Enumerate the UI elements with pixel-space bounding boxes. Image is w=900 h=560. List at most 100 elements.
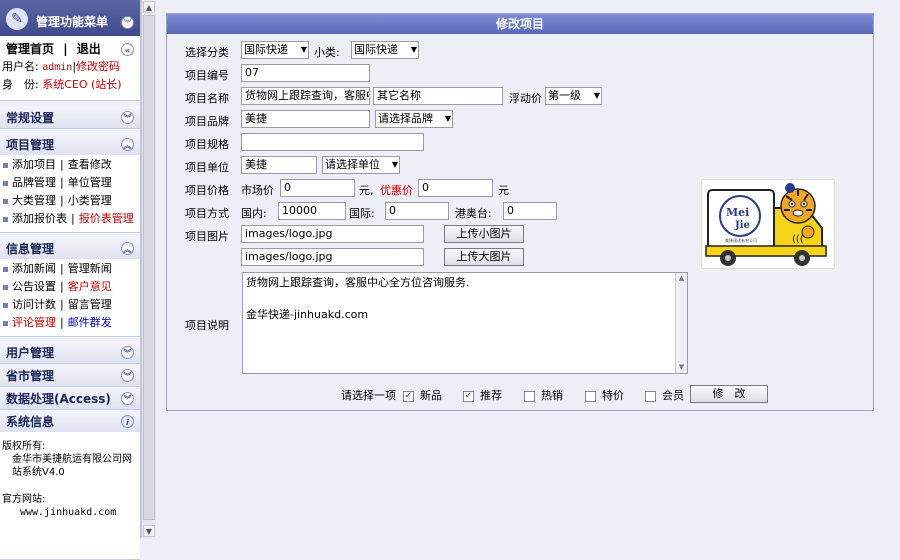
menu-link-add-news[interactable]: 添加新闻 xyxy=(12,262,56,275)
option-recommend[interactable]: ✓ 推荐 xyxy=(463,387,502,403)
chevron-up-icon[interactable]: ︽ xyxy=(121,242,134,255)
sidebar-title: 管理功能菜单 xyxy=(36,15,109,29)
name-input[interactable]: 货物网上跟踪查询，客服中心全方位咨询服务 xyxy=(241,87,370,105)
description-textarea[interactable]: 货物网上跟踪查询，客服中心全方位咨询服务. 金华快递-jinhuakd.com … xyxy=(242,272,688,374)
section-header[interactable]: 信息管理 ︽ xyxy=(0,237,140,259)
menu-link-mass-mail[interactable]: 邮件群发 xyxy=(68,316,112,329)
logout-link[interactable]: 退出 xyxy=(77,42,101,56)
section-title: 系统信息 xyxy=(6,415,55,429)
home-link[interactable]: 管理首页 xyxy=(6,42,54,56)
brand-input[interactable]: 美捷 xyxy=(241,110,370,128)
unit-input[interactable]: 美捷 xyxy=(241,156,317,174)
menu-link-manage-news[interactable]: 管理新闻 xyxy=(68,262,112,275)
scroll-up-icon[interactable]: ▲ xyxy=(143,1,155,13)
section-header[interactable]: 系统信息 i xyxy=(0,410,140,432)
section-title: 常规设置 xyxy=(6,111,55,125)
menu-link-brand[interactable]: 品牌管理 xyxy=(12,176,56,189)
name-row: 项目名称 货物网上跟踪查询，客服中心全方位咨询服务 其它名称 浮动价 第一级▼ xyxy=(167,87,873,107)
spec-input[interactable] xyxy=(241,133,424,151)
option-hot[interactable]: 热销 xyxy=(524,387,563,403)
svg-text:Mei: Mei xyxy=(726,206,749,219)
big-image-input[interactable]: images/logo.jpg xyxy=(241,248,424,266)
brand-select[interactable]: 请选择品牌 ▼ xyxy=(375,110,453,128)
username-label: 用户名: xyxy=(2,60,39,73)
chevron-down-icon[interactable]: ︾ xyxy=(121,369,134,382)
spec-label: 项目规格 xyxy=(185,138,229,151)
menu-row: 评论管理 | 邮件群发 xyxy=(0,314,140,332)
section-header[interactable]: 省市管理 ︾ xyxy=(0,364,140,386)
small-image-input[interactable]: images/logo.jpg xyxy=(241,225,424,243)
promo-price-input[interactable]: 0 xyxy=(418,179,493,197)
chevron-up-icon[interactable]: ︽ xyxy=(121,138,134,151)
checkbox-special[interactable] xyxy=(585,390,596,402)
textarea-scrollbar[interactable]: ▲ ▼ xyxy=(675,273,687,373)
info-icon[interactable]: i xyxy=(121,415,134,428)
section-header[interactable]: 数据处理(Access) ︾ xyxy=(0,387,140,409)
upload-big-image-button[interactable]: 上传大图片 xyxy=(444,248,524,266)
menu-link-add-project[interactable]: 添加项目 xyxy=(12,158,56,171)
other-name-input[interactable]: 其它名称 xyxy=(373,87,503,105)
code-label: 项目编号 xyxy=(185,69,229,82)
option-new[interactable]: ✓ 新品 xyxy=(403,387,442,403)
category-label: 选择分类 xyxy=(185,46,229,59)
menu-link-small-category[interactable]: 小类管理 xyxy=(68,194,112,207)
submit-edit-button[interactable]: 修 改 xyxy=(690,385,768,403)
international-input[interactable]: 0 xyxy=(385,202,449,220)
float-price-select[interactable]: 第一级 ▼ xyxy=(545,87,602,105)
domestic-input[interactable]: 10000 xyxy=(278,202,346,220)
menu-link-add-quote[interactable]: 添加报价表 xyxy=(12,212,67,225)
checkbox-recommend[interactable]: ✓ xyxy=(463,390,474,402)
section-title: 用户管理 xyxy=(6,346,55,360)
menu-link-counter[interactable]: 访问计数 xyxy=(12,298,56,311)
option-member[interactable]: 会员 xyxy=(645,387,684,403)
image-label: 项目图片 xyxy=(185,230,229,243)
chevron-down-icon[interactable]: ︾ xyxy=(121,111,134,124)
spec-row: 项目规格 xyxy=(167,133,873,153)
scroll-down-icon[interactable]: ▼ xyxy=(143,525,155,537)
upload-small-image-button[interactable]: 上传小图片 xyxy=(444,225,524,243)
section-users: 用户管理 ︾ xyxy=(0,341,140,364)
svg-text:美捷速递有限公司: 美捷速递有限公司 xyxy=(725,237,757,243)
chevron-down-icon[interactable]: ︾ xyxy=(121,346,134,359)
menu-link-view-edit[interactable]: 查看修改 xyxy=(68,158,112,171)
menu-link-quote-manage[interactable]: 报价表管理 xyxy=(79,212,134,225)
chevron-down-icon[interactable]: ︾ xyxy=(121,392,134,405)
section-data: 数据处理(Access) ︾ xyxy=(0,387,140,410)
hkmo-input[interactable]: 0 xyxy=(503,202,557,220)
small-category-select[interactable]: 国际快递 ▼ xyxy=(351,41,419,59)
promo-price-label: 优惠价 xyxy=(380,184,413,197)
username-value: admin xyxy=(42,62,73,73)
scroll-up-icon[interactable]: ▲ xyxy=(676,273,687,284)
section-header[interactable]: 用户管理 ︾ xyxy=(0,341,140,363)
change-password-link[interactable]: 修改密码 xyxy=(76,60,120,73)
market-price-input[interactable]: 0 xyxy=(280,179,355,197)
collapse-all-icon[interactable]: ︾ xyxy=(121,16,134,29)
section-header[interactable]: 常规设置 ︾ xyxy=(0,106,140,128)
menu-link-comments[interactable]: 评论管理 xyxy=(12,316,56,329)
description-label: 项目说明 xyxy=(185,319,229,332)
checkbox-hot[interactable] xyxy=(524,390,535,402)
user-block: 管理首页 | 退出 « 用户名: admin|修改密码 身 份: 系统CEO (… xyxy=(0,36,140,101)
unit-select[interactable]: 请选择单位 ▼ xyxy=(322,156,400,174)
menu-link-big-category[interactable]: 大类管理 xyxy=(12,194,56,207)
option-special[interactable]: 特价 xyxy=(585,387,624,403)
checkbox-member[interactable] xyxy=(645,390,656,402)
name-label: 项目名称 xyxy=(185,92,229,105)
copyright-value: 金华市美捷航运有限公司网站系统V4.0 xyxy=(12,454,132,478)
scroll-thumb[interactable] xyxy=(143,15,155,520)
panel-title: 修改项目 xyxy=(167,14,873,34)
code-input[interactable]: 07 xyxy=(241,64,370,82)
menu-link-unit[interactable]: 单位管理 xyxy=(68,176,112,189)
scroll-down-icon[interactable]: ▼ xyxy=(676,362,687,373)
menu-link-guestbook[interactable]: 留言管理 xyxy=(68,298,112,311)
page-scrollbar[interactable]: ▲ ▼ xyxy=(141,0,156,538)
checkbox-new[interactable]: ✓ xyxy=(403,390,414,402)
promo-price-unit: 元 xyxy=(498,184,509,197)
menu-link-notice[interactable]: 公告设置 xyxy=(12,280,56,293)
section-header[interactable]: 项目管理 ︽ xyxy=(0,133,140,155)
menu-link-feedback[interactable]: 客户意见 xyxy=(68,280,112,293)
big-category-select[interactable]: 国际快递 ▼ xyxy=(241,41,309,59)
chevron-left-icon[interactable]: « xyxy=(121,43,134,56)
code-row: 项目编号 07 xyxy=(167,64,873,84)
menu-row: 添加报价表 | 报价表管理 xyxy=(0,210,140,228)
